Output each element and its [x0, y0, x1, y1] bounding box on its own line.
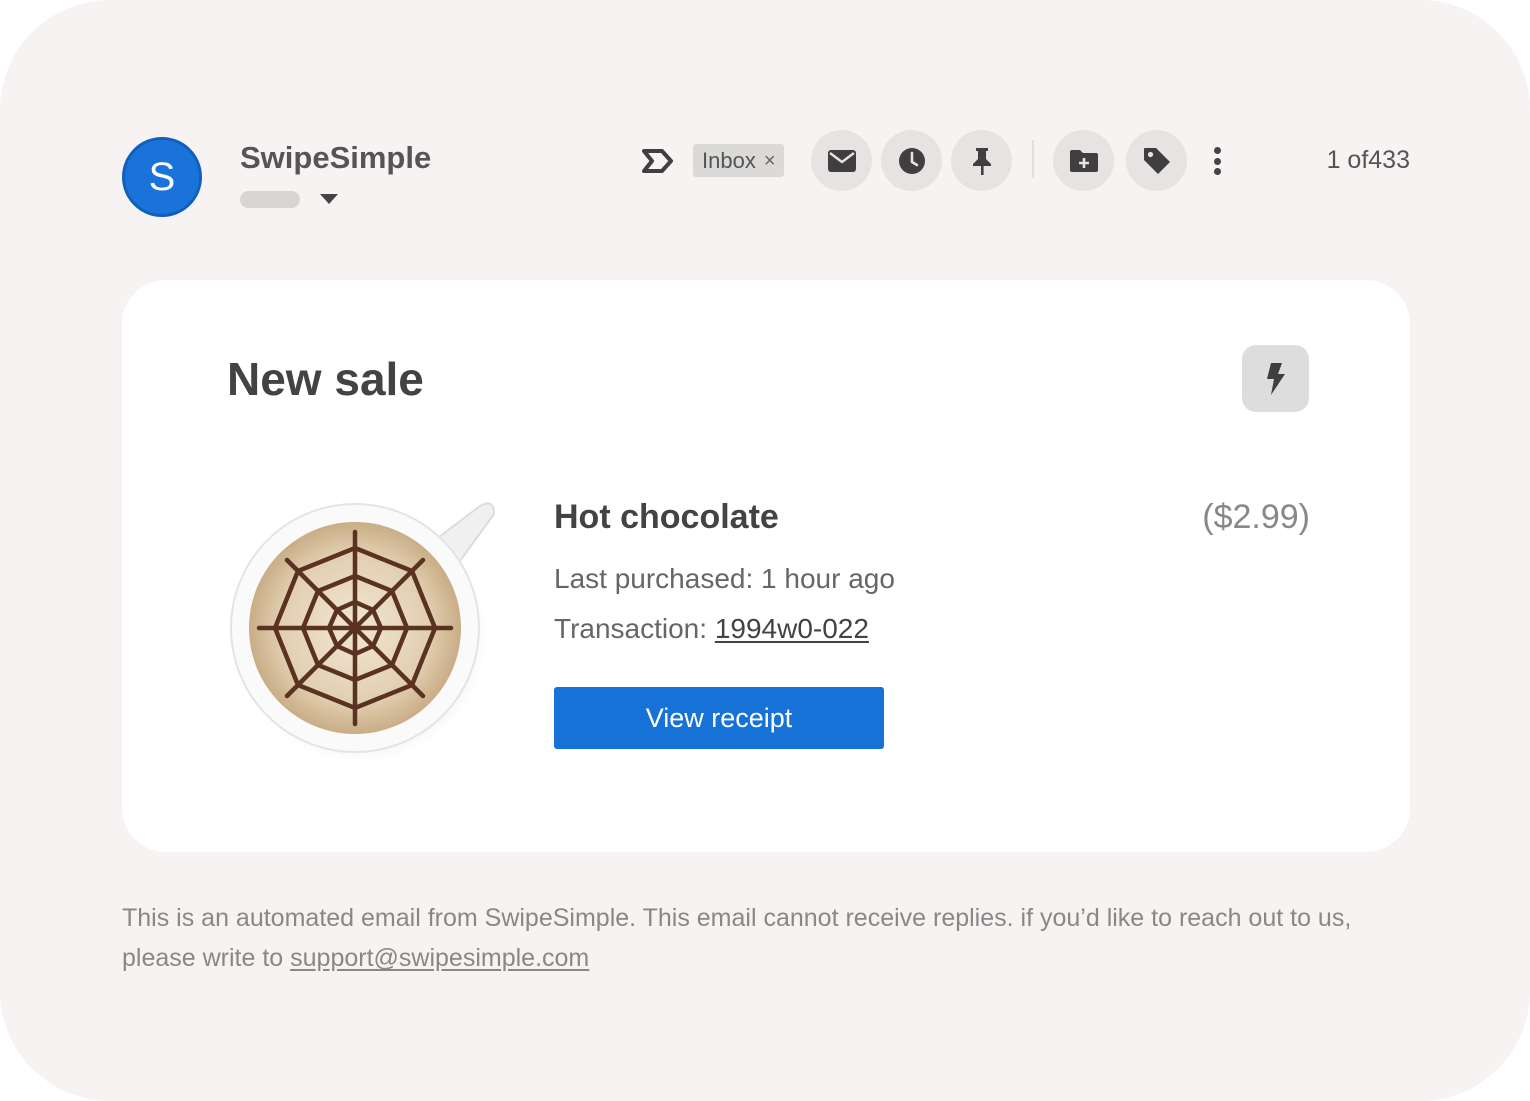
- clock-icon: [898, 147, 925, 174]
- footer-note: This is an automated email from SwipeSim…: [122, 898, 1422, 978]
- sender-address-placeholder: [240, 191, 300, 208]
- move-to-folder-button[interactable]: [1053, 130, 1114, 191]
- last-purchased: Last purchased: 1 hour ago: [554, 563, 895, 594]
- close-icon[interactable]: ×: [764, 151, 776, 171]
- sender-name: SwipeSimple: [240, 140, 432, 175]
- avatar-letter: S: [148, 154, 176, 199]
- sale-card: New sale Hot chocolate ($2.99) Last purc…: [122, 280, 1410, 852]
- toolbar-divider: [1032, 140, 1034, 178]
- message-count: 1 of433: [1326, 146, 1410, 174]
- pin-icon: [972, 147, 991, 175]
- product-image: [228, 502, 496, 768]
- mail-icon: [827, 149, 856, 172]
- transaction-link[interactable]: 1994w0-022: [715, 613, 869, 644]
- email-window: S SwipeSimple Inbox × 1 of433 New sale H…: [0, 0, 1530, 1101]
- chevron-down-icon[interactable]: [320, 194, 338, 204]
- inbox-chip-label: Inbox: [702, 147, 756, 173]
- product-price: ($2.99): [1202, 498, 1310, 536]
- snooze-button[interactable]: [881, 130, 942, 191]
- label-icon[interactable]: [640, 145, 676, 177]
- more-vertical-icon[interactable]: [1206, 143, 1228, 179]
- transaction-line: Transaction: 1994w0-022: [554, 613, 869, 645]
- tag-icon: [1143, 147, 1170, 174]
- product-name: Hot chocolate: [554, 498, 779, 536]
- view-receipt-button[interactable]: View receipt: [554, 687, 884, 749]
- lightning-bolt-icon: [1266, 362, 1285, 395]
- transaction-label: Transaction:: [554, 613, 715, 644]
- inbox-chip[interactable]: Inbox ×: [693, 144, 784, 177]
- card-title: New sale: [227, 353, 424, 405]
- sender-avatar[interactable]: S: [122, 137, 202, 217]
- support-email-link[interactable]: support@swipesimple.com: [290, 944, 589, 972]
- tag-button[interactable]: [1126, 130, 1187, 191]
- pin-button[interactable]: [951, 130, 1012, 191]
- quick-action-button[interactable]: [1242, 345, 1309, 412]
- mark-as-read-button[interactable]: [811, 130, 872, 191]
- folder-add-icon: [1069, 149, 1098, 172]
